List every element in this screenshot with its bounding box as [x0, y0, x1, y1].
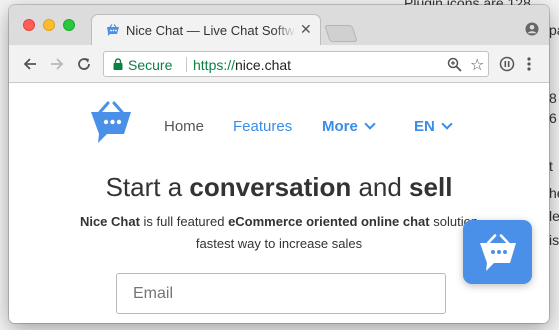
url-host: nice.chat — [235, 57, 292, 73]
nav-home-link[interactable]: Home — [164, 118, 204, 135]
lock-icon — [113, 58, 123, 70]
tab-strip: Nice Chat — Live Chat Software ✕ — [9, 5, 549, 45]
hero-headline: Start a conversation and sell — [9, 172, 549, 203]
tab-close-icon[interactable]: ✕ — [300, 21, 312, 38]
subline-brand: Nice Chat — [79, 214, 140, 229]
extension-icon[interactable] — [499, 56, 515, 72]
background-text: he — [549, 185, 559, 201]
menu-icon[interactable] — [526, 56, 532, 72]
reload-icon[interactable] — [76, 56, 92, 72]
omnibox-divider — [186, 57, 187, 72]
back-arrow-icon[interactable] — [22, 56, 38, 72]
language-label: EN — [414, 118, 435, 135]
zoom-icon[interactable] — [447, 57, 462, 72]
language-dropdown[interactable]: EN — [414, 118, 453, 135]
maximize-window-button[interactable] — [63, 19, 75, 31]
subline-emphasis: eCommerce oriented online chat — [228, 214, 430, 229]
url-scheme: https:// — [193, 57, 236, 73]
background-text: 8 — [549, 90, 557, 106]
new-tab-button[interactable] — [324, 25, 358, 42]
tab-title: Nice Chat — Live Chat Software — [126, 23, 296, 38]
chat-basket-logo-icon[interactable] — [90, 101, 132, 145]
page-content: Home Features More EN Start a conversati… — [9, 83, 549, 323]
minimize-window-button[interactable] — [43, 19, 55, 31]
address-bar[interactable]: Secure https:// nice.chat ☆ — [103, 51, 489, 77]
browser-toolbar: Secure https:// nice.chat ☆ — [9, 45, 549, 83]
nav-features-link[interactable]: Features — [233, 118, 292, 135]
nav-more-label: More — [322, 118, 358, 135]
nav-more-dropdown[interactable]: More — [322, 118, 376, 135]
background-text: t — [549, 158, 553, 174]
secure-label: Secure — [128, 57, 173, 73]
profile-icon[interactable] — [525, 22, 539, 36]
email-field[interactable] — [116, 273, 446, 314]
headline-emphasis: sell — [409, 172, 453, 202]
close-window-button[interactable] — [23, 19, 35, 31]
background-text: 6 — [549, 110, 557, 126]
chat-basket-icon — [480, 234, 516, 271]
background-text: is — [549, 232, 559, 248]
browser-tab[interactable]: Nice Chat — Live Chat Software ✕ — [91, 14, 321, 45]
headline-text: and — [351, 172, 410, 202]
chevron-down-icon — [364, 118, 376, 130]
headline-text: Start a — [105, 172, 190, 202]
forward-arrow-icon[interactable] — [49, 56, 65, 72]
chevron-down-icon — [441, 118, 453, 130]
favicon-icon — [107, 24, 119, 36]
background-text: pa — [549, 22, 559, 38]
background-text: le — [549, 208, 559, 224]
chat-widget-button[interactable] — [463, 220, 532, 284]
bookmark-star-icon[interactable]: ☆ — [470, 55, 484, 75]
subline-text: is full featured — [139, 214, 229, 229]
headline-emphasis: conversation — [189, 172, 352, 202]
